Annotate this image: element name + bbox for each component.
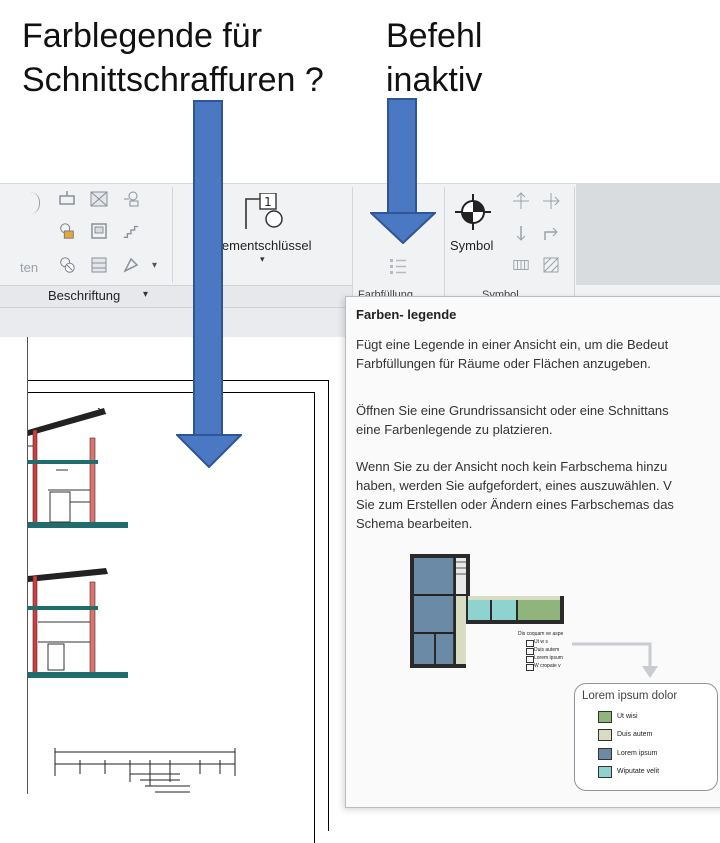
stair-tag-icon[interactable]	[122, 222, 140, 240]
area-tag-icon[interactable]	[90, 222, 108, 240]
span-direction-icon[interactable]	[512, 192, 530, 210]
tooltip-text: Wenn Sie zu der Ansicht noch kein Farbsc…	[356, 459, 668, 474]
small-legend-label: W cropate v	[534, 663, 561, 669]
tooltip-text: Farbfüllungen für Räume oder Flächen anz…	[356, 356, 651, 371]
path-reinforcement-icon[interactable]	[512, 256, 530, 274]
tooltip-text: eine Farbenlegende zu platzieren.	[356, 422, 553, 437]
legend-label: Lorem ipsum	[617, 750, 658, 757]
symbol-icon[interactable]	[455, 194, 491, 235]
keynote-icon[interactable]	[58, 256, 76, 274]
elementschluessel-button[interactable]: lementschlüssel	[219, 238, 312, 253]
annotation-arrow-left-head	[174, 434, 244, 473]
multi-tag-icon[interactable]	[122, 190, 140, 208]
ribbon-partial-label: ten	[20, 260, 39, 275]
dropdown-caret-icon[interactable]: ▾	[152, 260, 157, 271]
legend-label: Ut wisi	[617, 713, 638, 720]
legend-swatch	[598, 766, 612, 778]
area-reinforcement-icon[interactable]	[542, 224, 560, 242]
illustration-connector-arrow	[572, 642, 658, 678]
tooltip-text: Sie zum Erstellen oder Ändern eines Farb…	[356, 497, 674, 512]
annotation-farblegende: Farblegende für	[22, 17, 263, 55]
tooltip-text: Fügt eine Legende in einer Ansicht ein, …	[356, 337, 669, 352]
ribbon-separator	[444, 187, 445, 307]
symbol-flag-icon[interactable]	[122, 256, 140, 274]
legend-sample-title: Lorem ipsum dolor	[582, 690, 678, 702]
svg-text:1: 1	[264, 195, 272, 209]
small-legend-title: Dis coquam ve aspe	[518, 631, 564, 637]
material-tag-icon[interactable]	[90, 190, 108, 208]
tooltip-title: Farben- legende	[356, 307, 457, 322]
beschriftung-panel-label[interactable]: Beschriftung	[48, 288, 120, 303]
legend-swatch	[598, 748, 612, 760]
annotation-inaktiv: inaktiv	[386, 61, 483, 99]
small-legend-label: Lorem ipsum	[534, 655, 563, 661]
small-legend-label: Ut w s	[534, 639, 548, 645]
tooltip-text: Schema bearbeiten.	[356, 516, 473, 531]
color-legend-list-icon[interactable]	[388, 257, 408, 282]
small-legend-swatch	[526, 656, 534, 663]
dimension-string[interactable]	[50, 746, 250, 794]
beam-symbol-icon[interactable]	[542, 192, 560, 210]
annotation-arrow-right-head	[368, 212, 438, 249]
elementschluessel-icon[interactable]: 1	[240, 192, 286, 238]
ribbon-separator	[352, 187, 353, 307]
beschriftung-caret-icon[interactable]: ▾	[143, 289, 148, 300]
section-drawing-1[interactable]	[28, 408, 128, 533]
elementschluessel-caret-icon[interactable]: ▾	[260, 254, 265, 265]
annotation-befehl: Befehl	[386, 17, 483, 55]
small-legend-label: Duis autem	[534, 647, 560, 653]
stair-path-icon[interactable]	[512, 224, 530, 242]
ribbon-separator	[172, 187, 173, 283]
legend-label: Duis autem	[617, 731, 653, 738]
fabric-reinforcement-icon[interactable]	[542, 256, 560, 274]
small-legend-swatch	[526, 640, 534, 647]
tooltip-text: Öffnen Sie eine Grundrissansicht oder ei…	[356, 403, 669, 418]
section-drawing-2[interactable]	[28, 562, 128, 682]
legend-label: Wiputate velit	[617, 768, 660, 775]
tooltip-text: haben, werden Sie aufgefordert, eines au…	[356, 478, 672, 493]
annotation-schnittschraffuren: Schnittschraffuren ?	[22, 61, 324, 99]
ribbon-empty-area	[576, 183, 720, 285]
legend-swatch	[598, 711, 612, 723]
tag-icon[interactable]	[58, 190, 76, 208]
small-legend-swatch	[526, 664, 534, 671]
ribbon-separator	[574, 187, 575, 307]
room-tag-icon[interactable]	[58, 222, 76, 240]
annotation-arrow-right-shaft	[387, 98, 417, 214]
symbol-button[interactable]: Symbol	[450, 238, 493, 253]
small-legend-swatch	[526, 648, 534, 655]
legend-swatch	[598, 729, 612, 741]
annotation-arrow-left-shaft	[193, 100, 223, 436]
beam-annotation-icon[interactable]	[90, 256, 108, 274]
